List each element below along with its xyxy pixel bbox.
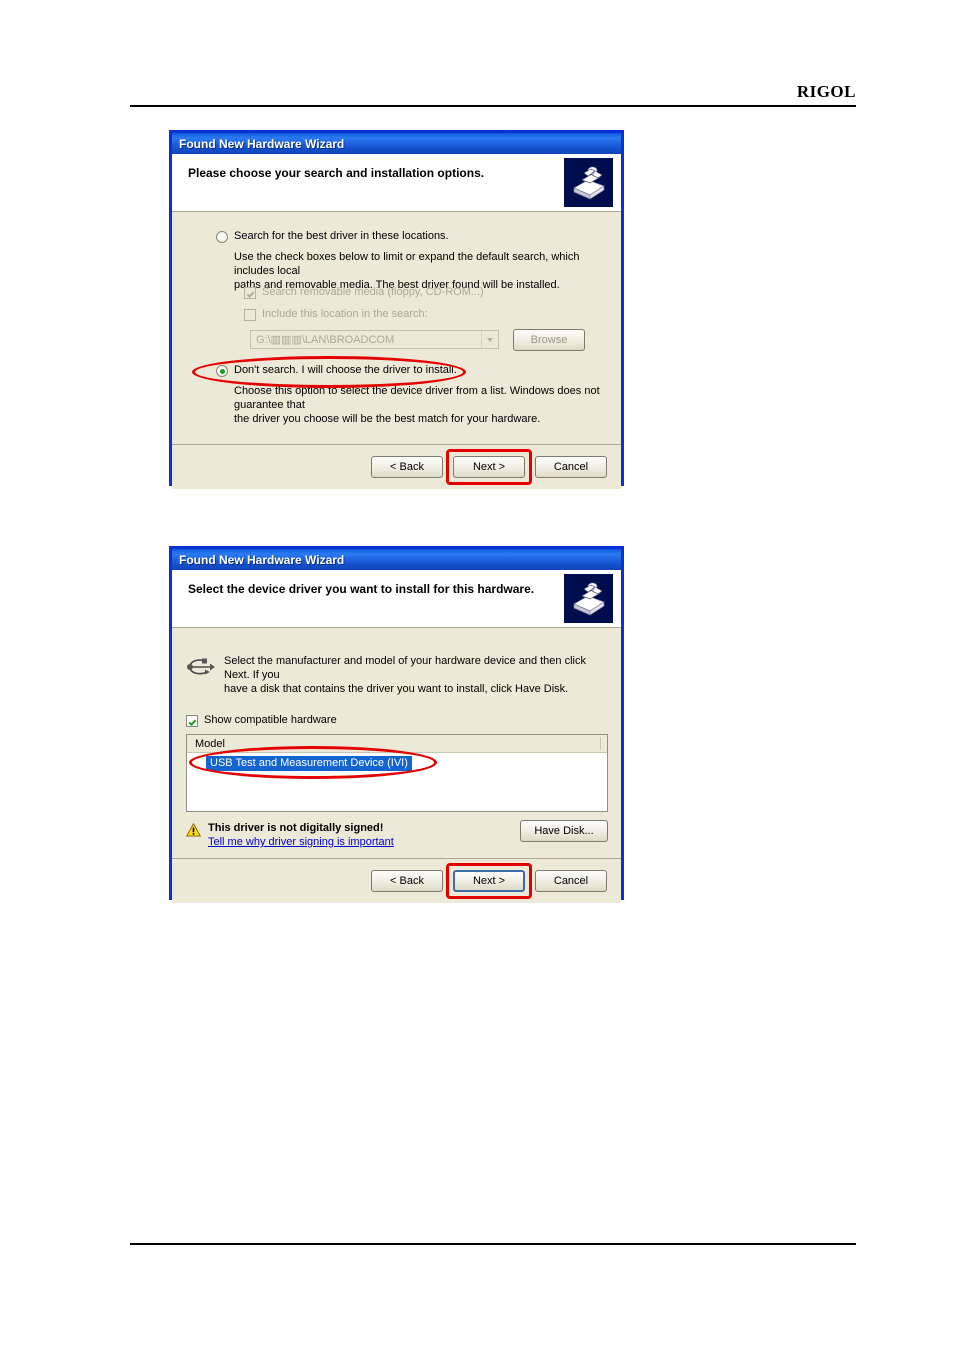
radio-search-best-driver-indicator: [216, 231, 228, 243]
header-divider: [130, 105, 856, 107]
model-listbox[interactable]: Model USB Test and Measurement Device (I…: [186, 734, 608, 812]
dont-search-description: Choose this option to select the device …: [234, 384, 624, 426]
driver-signing-link[interactable]: Tell me why driver signing is important: [208, 836, 394, 848]
dialog1-heading: Please choose your search and installati…: [188, 166, 485, 180]
warning-triangle-icon: [185, 822, 202, 840]
next-button[interactable]: Next >: [453, 456, 525, 478]
checkbox-search-removable-media-label: Search removable media (floppy, CD-ROM..…: [262, 286, 484, 298]
back-button[interactable]: < Back: [371, 870, 443, 892]
dialog1-titlebar: Found New Hardware Wizard: [172, 130, 621, 154]
radio-search-best-driver-label: Search for the best driver in these loca…: [234, 230, 449, 242]
dialog2-titlebar: Found New Hardware Wizard: [172, 546, 621, 570]
dialog1-next-button-wrap: Next >: [446, 449, 532, 485]
back-button[interactable]: < Back: [371, 456, 443, 478]
browse-button[interactable]: Browse: [513, 329, 585, 351]
location-combobox-value: G:\▥▥▥\LAN\BROADCOM: [256, 334, 395, 346]
cancel-button[interactable]: Cancel: [535, 456, 607, 478]
dialog2-instruction: Select the manufacturer and model of you…: [224, 654, 614, 696]
rigol-logo: RIGOL: [796, 82, 856, 101]
dialog1-title: Found New Hardware Wizard: [179, 136, 345, 151]
checkbox-include-location-label: Include this location in the search:: [262, 308, 428, 320]
dialog1-cancel-button-wrap: Cancel: [535, 456, 607, 478]
hardware-wizard-icon: [564, 574, 613, 623]
found-new-hardware-wizard-dialog-2: Found New Hardware Wizard Select the dev…: [169, 546, 624, 903]
dialog2-cancel-button-wrap: Cancel: [535, 870, 607, 892]
checkbox-show-compatible-hardware-label: Show compatible hardware: [204, 714, 337, 726]
driver-signing-warning: This driver is not digitally signed! Tel…: [185, 822, 394, 848]
found-new-hardware-wizard-dialog-1: Found New Hardware Wizard Please choose …: [169, 130, 624, 489]
checkbox-show-compatible-hardware-box: [186, 715, 198, 727]
checkbox-search-removable-media-box: [244, 287, 256, 299]
checkbox-search-removable-media[interactable]: Search removable media (floppy, CD-ROM..…: [244, 286, 484, 299]
usb-icon: [186, 656, 216, 681]
dialog2-body: Select the manufacturer and model of you…: [172, 628, 621, 858]
checkbox-include-location-box: [244, 309, 256, 321]
dialog2-back-button-wrap: < Back: [371, 870, 443, 892]
dialog1-header-panel: Please choose your search and installati…: [172, 154, 621, 212]
dialog2-instruction-line1: Select the manufacturer and model of you…: [224, 655, 586, 681]
dialog2-header-panel: Select the device driver you want to ins…: [172, 570, 621, 628]
next-button[interactable]: Next >: [453, 870, 525, 892]
search-description-line1: Use the check boxes below to limit or ex…: [234, 251, 580, 277]
checkbox-show-compatible-hardware[interactable]: Show compatible hardware: [186, 714, 337, 727]
dont-search-description-line1: Choose this option to select the device …: [234, 385, 600, 411]
dialog2-heading: Select the device driver you want to ins…: [188, 582, 535, 596]
dialog2-instruction-line2: have a disk that contains the driver you…: [224, 683, 569, 695]
dialog2-button-bar: < Back Next > Cancel: [172, 858, 621, 903]
page-header: RIGOL: [130, 78, 856, 108]
dialog2-next-button-wrap: Next >: [446, 863, 532, 899]
have-disk-button[interactable]: Have Disk...: [520, 820, 608, 842]
warning-title: This driver is not digitally signed!: [208, 822, 384, 834]
radio-dont-search[interactable]: Don't search. I will choose the driver t…: [216, 364, 457, 377]
dialog1-button-bar: < Back Next > Cancel: [172, 444, 621, 489]
model-column-header-label: Model: [195, 737, 225, 750]
radio-search-best-driver[interactable]: Search for the best driver in these loca…: [216, 230, 449, 243]
footer-divider: [130, 1243, 856, 1245]
hardware-wizard-icon: [564, 158, 613, 207]
radio-dont-search-label: Don't search. I will choose the driver t…: [234, 364, 457, 376]
radio-dont-search-indicator: [216, 365, 228, 377]
model-column-header: Model: [187, 735, 607, 753]
location-combobox[interactable]: G:\▥▥▥\LAN\BROADCOM: [250, 330, 499, 349]
dialog1-back-button-wrap: < Back: [371, 456, 443, 478]
cancel-button[interactable]: Cancel: [535, 870, 607, 892]
checkbox-include-location[interactable]: Include this location in the search:: [244, 308, 428, 321]
dialog2-title: Found New Hardware Wizard: [179, 552, 345, 567]
dont-search-description-line2: the driver you choose will be the best m…: [234, 413, 541, 425]
chevron-down-icon[interactable]: [481, 331, 498, 348]
list-item-usb-test-and-measurement-device[interactable]: USB Test and Measurement Device (IVI): [206, 756, 412, 771]
dialog1-body: Search for the best driver in these loca…: [172, 212, 621, 444]
